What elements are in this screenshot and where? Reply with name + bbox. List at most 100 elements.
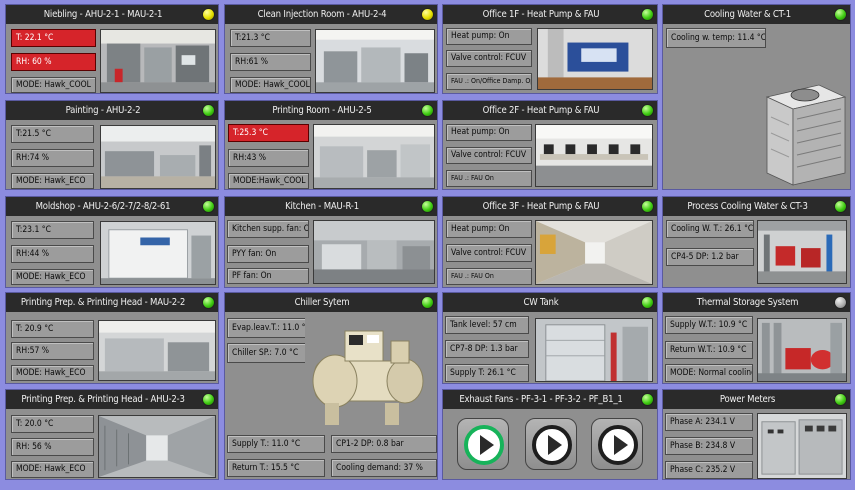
status-led-icon	[834, 8, 847, 21]
switchgear-photo	[757, 413, 847, 479]
phase-a-voltage: Phase A: 234.1 V	[665, 413, 753, 431]
panel-title: Niebling - AHU-2-1 - MAU-2-1	[6, 5, 218, 24]
status-led-icon	[202, 296, 215, 309]
fan-play-icon	[548, 435, 562, 455]
panel-title: CW Tank	[443, 293, 657, 312]
office-photo	[537, 28, 653, 90]
storage-mode: MODE: Normal cooling	[665, 364, 753, 382]
mode-value: MODE: Hawk_ECO	[11, 365, 94, 381]
panel-title: Office 1F - Heat Pump & FAU	[443, 5, 657, 24]
panel-power-meters[interactable]: Power Meters Phase A: 234.1 V Phase B: 2…	[662, 389, 851, 480]
panel-niebling[interactable]: Niebling - AHU-2-1 - MAU-2-1 T: 22.1 °C …	[5, 4, 219, 94]
temperature-value: T: 20.9 °C	[11, 320, 94, 338]
panel-title: Kitchen - MAU-R-1	[225, 197, 437, 216]
printing-prep-photo	[98, 320, 216, 381]
panel-cw-tank[interactable]: CW Tank Tank level: 57 cm CP7-8 DP: 1.3 …	[442, 292, 658, 384]
status-led-icon	[202, 8, 215, 21]
heat-pump-status: Heat pump: On	[446, 28, 532, 45]
panel-title: Cooling Water & CT-1	[663, 5, 850, 24]
machine-photo	[315, 29, 435, 93]
tank-level: Tank level: 57 cm	[445, 316, 529, 334]
pyy-fan-status: PYY fan: On	[227, 245, 309, 263]
panel-exhaust-fans[interactable]: Exhaust Fans - PF-3-1 - PF-3-2 - PF_B1_1	[442, 389, 658, 480]
humidity-value: RH: 56 %	[11, 438, 94, 456]
status-led-icon	[202, 393, 215, 406]
mode-value: MODE:Hawk_COOL	[228, 173, 309, 189]
panel-office-2f[interactable]: Office 2F - Heat Pump & FAU Heat pump: O…	[442, 100, 658, 190]
machine-photo	[100, 29, 216, 93]
panel-printing-room[interactable]: Printing Room - AHU-2-5 T:25.3 °C RH:43 …	[224, 100, 438, 190]
valve-control-status: Valve control: FCUV	[446, 244, 532, 262]
exhaust-fan-pf-3-2-button[interactable]	[525, 418, 577, 470]
status-led-icon	[421, 104, 434, 117]
panel-thermal-storage[interactable]: Thermal Storage System Supply W.T.: 10.9…	[662, 292, 851, 384]
panel-process-cooling-water[interactable]: Process Cooling Water & CT-3 Cooling W. …	[662, 196, 851, 288]
status-led-icon	[641, 393, 654, 406]
humidity-value: RH:61 %	[230, 53, 311, 71]
panel-printing-prep-ahu[interactable]: Printing Prep. & Printing Head - AHU-2-3…	[5, 389, 219, 480]
status-led-icon	[421, 296, 434, 309]
phase-c-voltage: Phase C: 235.2 V	[665, 461, 753, 479]
status-led-icon	[641, 104, 654, 117]
panel-painting[interactable]: Painting - AHU-2-2 T:21.5 °C RH:74 % MOD…	[5, 100, 219, 190]
status-led-icon	[421, 200, 434, 213]
cp1-2-differential-pressure: CP1-2 DP: 0.8 bar	[331, 435, 437, 453]
exhaust-fan-pf-3-1-button[interactable]	[457, 418, 509, 470]
painting-room-photo	[100, 125, 216, 189]
chiller-compressor-image	[305, 317, 437, 431]
mode-value: MODE: Hawk_ECO	[11, 173, 94, 189]
panel-printing-prep-mau[interactable]: Printing Prep. & Printing Head - MAU-2-2…	[5, 292, 219, 384]
printing-room-photo	[313, 124, 435, 189]
status-led-icon	[834, 296, 847, 309]
panel-title: Printing Room - AHU-2-5	[225, 101, 437, 120]
panel-title: Chiller Sytem	[225, 293, 437, 312]
panel-title: Clean Injection Room - AHU-2-4	[225, 5, 437, 24]
panel-kitchen[interactable]: Kitchen - MAU-R-1 Kitchen supp. fan: Off…	[224, 196, 438, 288]
panel-cooling-water-ct1[interactable]: Cooling Water & CT-1 Cooling w. temp: 11…	[662, 4, 851, 190]
panel-office-3f[interactable]: Office 3F - Heat Pump & FAU Heat pump: O…	[442, 196, 658, 288]
panel-clean-injection-room[interactable]: Clean Injection Room - AHU-2-4 T:21.3 °C…	[224, 4, 438, 94]
humidity-value: RH:44 %	[11, 245, 94, 263]
status-led-icon	[834, 393, 847, 406]
office-corridor-photo	[535, 220, 653, 285]
panel-office-1f[interactable]: Office 1F - Heat Pump & FAU Heat pump: O…	[442, 4, 658, 94]
cp7-8-differential-pressure: CP7-8 DP: 1.3 bar	[445, 340, 529, 358]
panel-chiller-system[interactable]: Chiller Sytem Evap.leav.T.: 11.0 °C Chil…	[224, 292, 438, 480]
cooling-water-temp: Cooling W. T.: 26.1 °C	[666, 220, 754, 238]
fau-status: FAU .: On/Office Damp. Op.	[446, 73, 532, 90]
temperature-value: T:23.1 °C	[11, 221, 94, 239]
panel-title: Power Meters	[663, 390, 850, 409]
chiller-return-temp: Return T.: 15.5 °C	[227, 459, 325, 477]
pf-fan-status: PF fan: On	[227, 268, 309, 284]
exhaust-fan-pf-b1-1-button[interactable]	[591, 418, 643, 470]
panel-title: Process Cooling Water & CT-3	[663, 197, 850, 216]
panel-title: Office 3F - Heat Pump & FAU	[443, 197, 657, 216]
panel-moldshop[interactable]: Moldshop - AHU-2-6/2-7/2-8/2-61 T:23.1 °…	[5, 196, 219, 288]
evaporator-leaving-temp: Evap.leav.T.: 11.0 °C	[227, 318, 307, 338]
ahu-room-photo	[98, 415, 216, 478]
heat-pump-status: Heat pump: On	[446, 220, 532, 238]
panel-title: Printing Prep. & Printing Head - AHU-2-3	[6, 390, 218, 409]
fan-play-icon	[480, 435, 494, 455]
humidity-value: RH:43 %	[228, 149, 309, 167]
temperature-value: T: 22.1 °C	[11, 29, 96, 47]
storage-supply-water-temp: Supply W.T.: 10.9 °C	[665, 316, 753, 334]
kitchen-photo	[313, 220, 435, 284]
chiller-supply-temp: Supply T.: 11.0 °C	[227, 435, 325, 453]
status-led-icon	[641, 8, 654, 21]
status-led-icon	[202, 200, 215, 213]
humidity-value: RH:57 %	[11, 342, 94, 360]
mode-value: MODE: Hawk_COOL	[230, 77, 311, 93]
mode-value: MODE: Hawk_ECO	[11, 461, 94, 478]
cooling-water-temp: Cooling w. temp: 11.4 °C	[666, 28, 766, 48]
status-led-icon	[421, 8, 434, 21]
status-led-icon	[641, 200, 654, 213]
valve-control-status: Valve control: FCUV	[446, 147, 532, 164]
cooling-tower-image	[759, 81, 849, 189]
temperature-value: T:25.3 °C	[228, 124, 309, 142]
cooling-demand: Cooling demand: 37 %	[331, 459, 437, 477]
phase-b-voltage: Phase B: 234.8 V	[665, 437, 753, 455]
panel-title: Exhaust Fans - PF-3-1 - PF-3-2 - PF_B1_1	[443, 390, 657, 409]
storage-return-water-temp: Return W.T.: 10.9 °C	[665, 341, 753, 359]
fau-status: FAU .: FAU On	[446, 268, 532, 285]
